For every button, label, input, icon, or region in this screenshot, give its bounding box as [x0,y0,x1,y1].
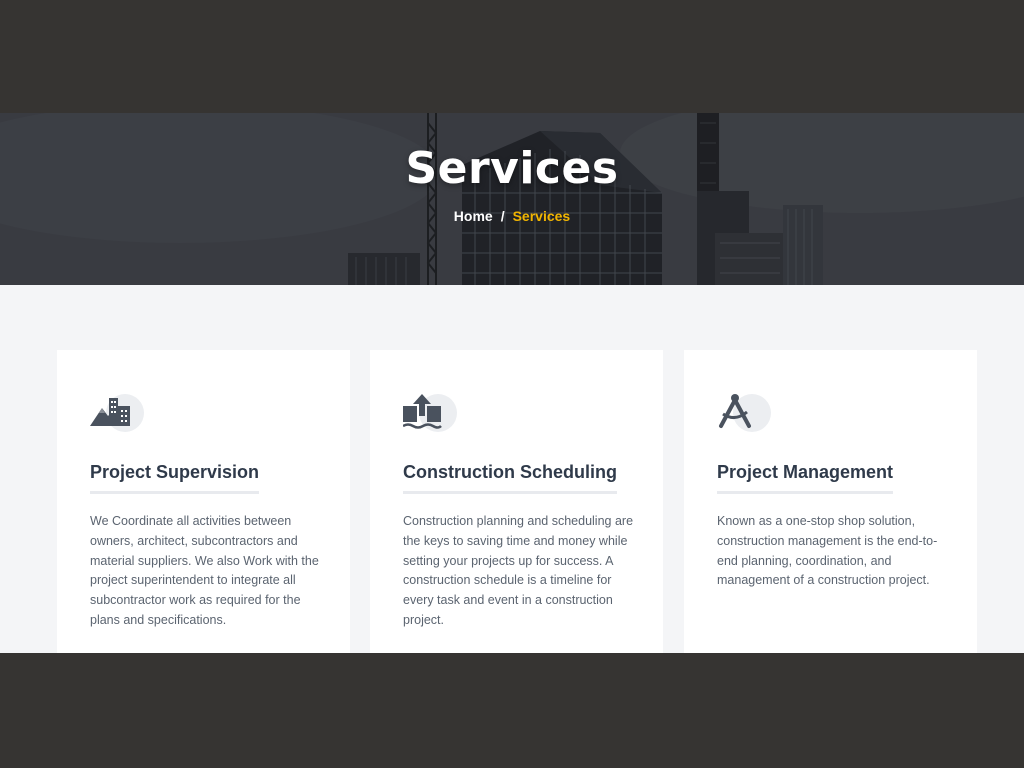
skyline-background [0,113,1024,285]
breadcrumb-separator: / [500,208,505,224]
service-description: We Coordinate all activities between own… [90,514,319,627]
service-icon-wrapper [717,392,773,436]
top-letterbox [0,0,1024,113]
service-icon-wrapper [403,392,459,436]
page-hero: Services Home / Services [0,113,1024,285]
bottom-letterbox [0,653,1024,768]
mountain-buildings-icon [90,398,130,426]
service-description: Known as a one-stop shop solution, const… [717,514,938,588]
service-title[interactable]: Construction Scheduling [403,462,617,494]
service-description: Construction planning and scheduling are… [403,514,634,627]
service-title[interactable]: Project Supervision [90,462,260,494]
compass-drafting-icon [719,394,751,428]
breadcrumb: Home / Services [0,208,1024,224]
service-card-project-supervision[interactable]: Project Supervision We Coordinate all ac… [57,350,350,653]
upload-box-icon [403,394,442,429]
services-section: Project Supervision We Coordinate all ac… [0,285,1024,653]
service-card-construction-scheduling[interactable]: Construction Scheduling Construction pla… [370,350,663,653]
service-title[interactable]: Project Management [717,462,894,494]
page-title: Services [405,143,619,194]
service-icon-wrapper [90,392,146,436]
breadcrumb-current: Services [512,208,571,224]
breadcrumb-home-link[interactable]: Home [454,208,493,224]
service-card-project-management[interactable]: Project Management Known as a one-stop s… [684,350,977,653]
